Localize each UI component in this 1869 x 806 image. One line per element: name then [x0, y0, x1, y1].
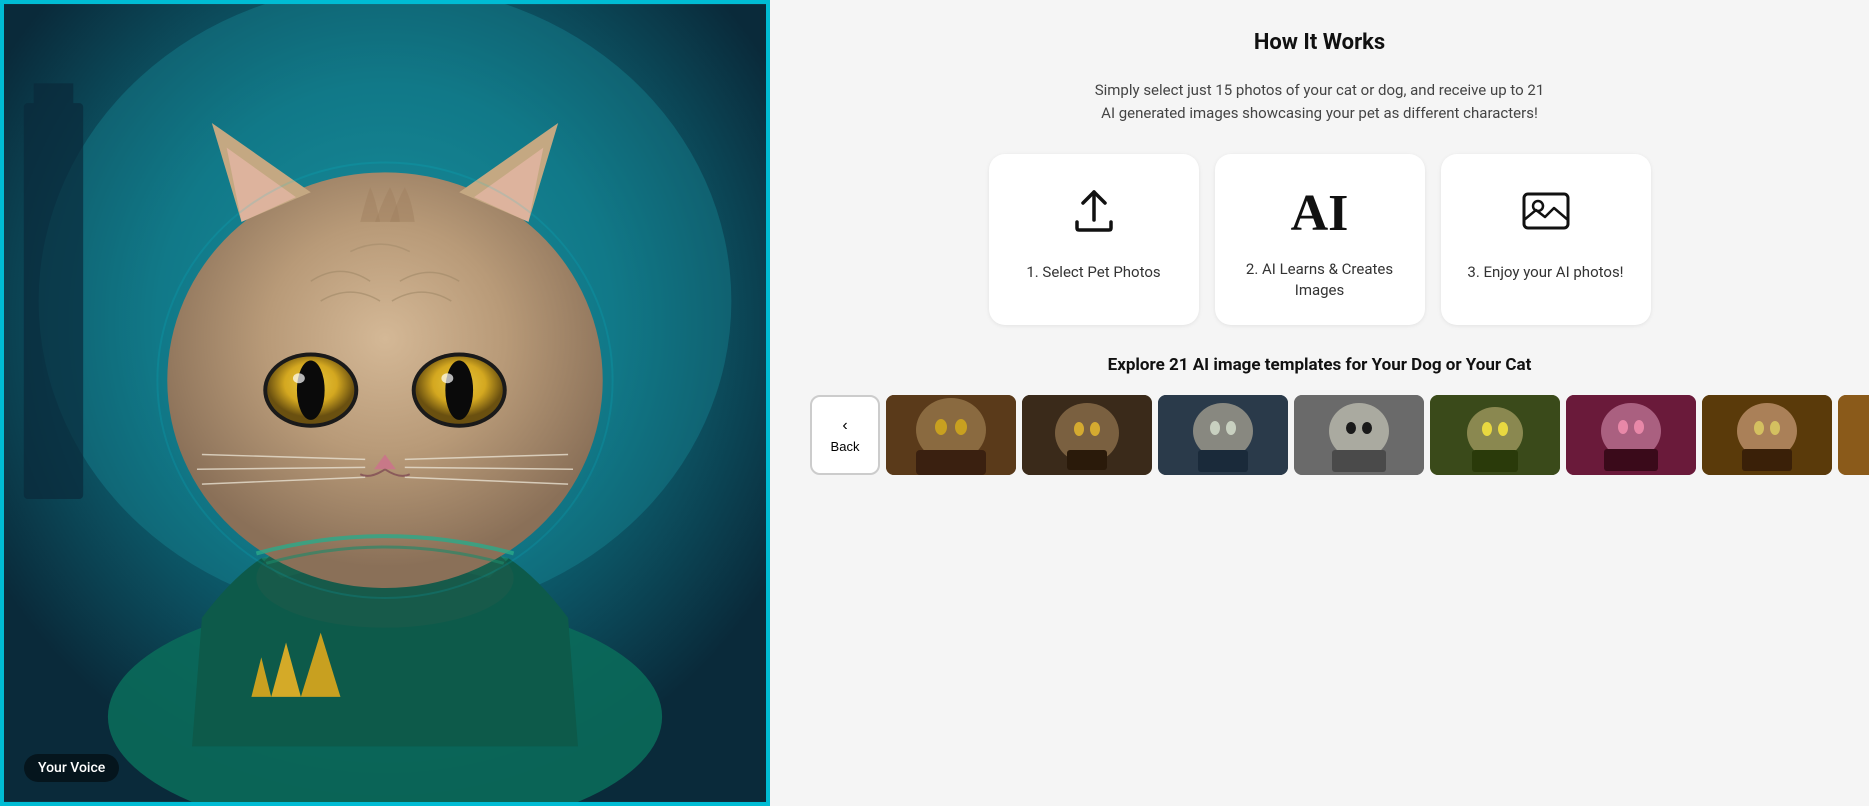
- thumbnail-2[interactable]: [1022, 395, 1152, 475]
- back-button-label: Back: [831, 439, 860, 454]
- thumbnail-7[interactable]: [1702, 395, 1832, 475]
- step-1-card: 1. Select Pet Photos: [989, 154, 1199, 325]
- your-voice-badge: Your Voice: [24, 754, 119, 782]
- explore-section: Explore 21 AI image templates for Your D…: [810, 345, 1829, 375]
- cat-portrait-svg: [4, 4, 766, 802]
- your-voice-text: Your Voice: [38, 760, 105, 776]
- thumbnail-8[interactable]: [1838, 395, 1869, 475]
- thumbnail-5[interactable]: [1430, 395, 1560, 475]
- step-3-card: 3. Enjoy your AI photos!: [1441, 154, 1651, 325]
- thumbnails-row: ‹ Back: [810, 395, 1829, 475]
- step-2-label: 2. AI Learns & Creates Images: [1235, 259, 1405, 301]
- step-1-label: 1. Select Pet Photos: [1026, 262, 1160, 283]
- steps-container: 1. Select Pet Photos AI 2. AI Learns & C…: [810, 154, 1829, 325]
- left-panel: Your Voice: [0, 0, 770, 806]
- back-arrow-icon: ‹: [842, 417, 847, 435]
- thumbnail-3[interactable]: [1158, 395, 1288, 475]
- thumbnail-1[interactable]: [886, 395, 1016, 475]
- pet-image: [4, 4, 766, 802]
- how-it-works-title: How It Works: [810, 30, 1829, 55]
- right-panel: How It Works Simply select just 15 photo…: [770, 0, 1869, 806]
- back-button[interactable]: ‹ Back: [810, 395, 880, 475]
- upload-icon: [1067, 184, 1121, 246]
- explore-title: Explore 21 AI image templates for Your D…: [810, 355, 1829, 375]
- step-3-label: 3. Enjoy your AI photos!: [1467, 262, 1623, 283]
- thumbnail-4[interactable]: [1294, 395, 1424, 475]
- ai-icon: AI: [1291, 184, 1349, 243]
- image-icon: [1519, 184, 1573, 246]
- step-2-card: AI 2. AI Learns & Creates Images: [1215, 154, 1425, 325]
- thumbnail-6[interactable]: [1566, 395, 1696, 475]
- how-it-works-section: How It Works: [810, 30, 1829, 59]
- how-it-works-description: Simply select just 15 photos of your cat…: [810, 79, 1829, 124]
